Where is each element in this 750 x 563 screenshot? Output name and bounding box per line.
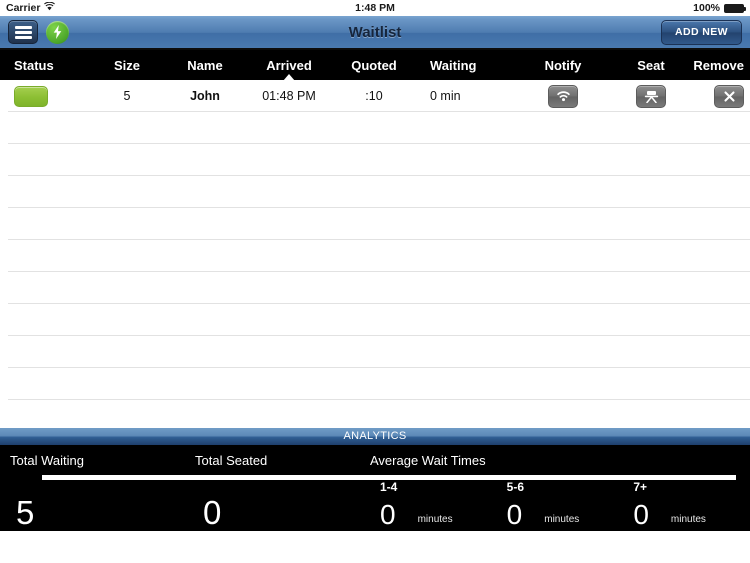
wait-group-value: 0 — [506, 499, 523, 530]
waitlist-table-body[interactable]: 5 John 01:48 PM :10 0 min — [0, 80, 750, 428]
analytics-values-row: 5 0 1-4 0 minutes 5-6 0 minutes 7+ 0 minutes — [0, 480, 750, 531]
column-header-remove: Remove — [693, 57, 744, 73]
add-new-button[interactable]: ADD NEW — [661, 19, 742, 45]
table-row-empty — [0, 272, 750, 304]
table-row-empty — [0, 112, 750, 144]
hamburger-menu-button[interactable] — [8, 20, 38, 44]
menu-bar-1 — [14, 25, 32, 29]
total-waiting-label: Total Waiting — [10, 452, 84, 468]
table-row-empty — [0, 176, 750, 208]
total-waiting-value-wrap: 5 — [0, 480, 195, 531]
total-seated-label: Total Seated — [195, 452, 268, 468]
column-header-arrived-label: Arrived — [266, 57, 312, 73]
row-arrived: 01:48 PM — [262, 89, 316, 103]
column-header-size[interactable]: Size — [88, 58, 166, 73]
row-remove-cell — [690, 84, 750, 108]
wait-group: 1-4 0 minutes — [370, 480, 497, 531]
row-quoted: :10 — [365, 89, 383, 103]
total-seated-value: 0 — [203, 494, 222, 531]
battery-percent-label: 100% — [693, 2, 720, 14]
status-bar-time: 1:48 PM — [355, 2, 395, 14]
wait-group-label: 5-6 — [506, 480, 525, 494]
total-waiting-value: 5 — [16, 494, 35, 531]
table-row-empty — [0, 368, 750, 400]
column-header-name[interactable]: Name — [166, 58, 244, 73]
table-row[interactable]: 5 John 01:48 PM :10 0 min — [0, 80, 750, 112]
column-header-quoted[interactable]: Quoted — [334, 58, 414, 73]
notify-button[interactable] — [548, 84, 578, 108]
lightning-bolt-icon — [53, 25, 62, 39]
seat-button[interactable] — [636, 84, 666, 108]
table-header-row: Status Size Name Arrived Quoted Waiting … — [0, 50, 750, 81]
menu-bar-2 — [14, 30, 32, 34]
wait-group-value: 0 — [633, 499, 649, 530]
wait-group-row: 0 minutes — [380, 501, 453, 529]
wait-group: 7+ 0 minutes — [623, 480, 750, 531]
column-header-notify: Notify — [544, 57, 582, 73]
average-wait-times-label: Average Wait Times — [370, 452, 486, 468]
wait-group-label: 1-4 — [380, 480, 398, 494]
table-row-empty — [0, 208, 750, 240]
row-size: 5 — [123, 89, 131, 103]
battery-icon — [724, 3, 746, 13]
analytics-panel: Total Waiting Total Seated Average Wait … — [0, 445, 750, 531]
page-title: Waitlist — [348, 23, 402, 41]
table-row-empty — [0, 304, 750, 336]
wifi-notify-icon — [556, 91, 570, 102]
row-seat-cell — [612, 84, 690, 108]
seat-table-icon — [644, 90, 658, 103]
column-header-waiting[interactable]: Waiting — [414, 58, 514, 73]
column-header-arrived[interactable]: Arrived — [244, 57, 334, 81]
wait-group-label: 7+ — [633, 480, 648, 494]
wait-group-row: 0 minutes — [507, 501, 580, 529]
table-row-empty — [0, 144, 750, 176]
column-header-seat: Seat — [637, 57, 665, 73]
status-badge[interactable] — [14, 85, 48, 107]
wait-group: 5-6 0 minutes — [497, 480, 624, 531]
waitlist-app: Carrier 1:48 PM 100% Waitlist ADD NEW St… — [0, 0, 750, 563]
row-notify-cell — [514, 84, 612, 108]
analytics-labels-row: Total Waiting Total Seated Average Wait … — [0, 445, 750, 475]
lightning-bolt-button[interactable] — [46, 20, 69, 44]
analytics-title-bar: ANALYTICS — [0, 428, 750, 445]
average-wait-groups: 1-4 0 minutes 5-6 0 minutes 7+ 0 minutes — [370, 480, 750, 531]
remove-button[interactable] — [714, 84, 744, 108]
wifi-icon — [44, 1, 56, 14]
carrier-label: Carrier — [6, 2, 41, 14]
row-status-cell — [0, 85, 88, 107]
table-row-empty — [0, 336, 750, 368]
column-header-status[interactable]: Status — [0, 58, 88, 73]
wait-group-unit: minutes — [544, 514, 580, 525]
ios-status-bar: Carrier 1:48 PM 100% — [0, 0, 750, 16]
status-bar-left: Carrier — [6, 1, 56, 14]
wait-group-unit: minutes — [417, 514, 453, 525]
wait-group-row: 0 minutes — [633, 501, 706, 529]
row-waiting: 0 min — [430, 89, 461, 103]
table-row-empty — [0, 400, 750, 428]
navigation-bar: Waitlist ADD NEW — [0, 16, 750, 50]
wait-group-value: 0 — [380, 499, 396, 530]
table-row-empty — [0, 240, 750, 272]
wait-group-unit: minutes — [670, 514, 706, 525]
row-name: John — [190, 89, 220, 103]
menu-bar-3 — [14, 35, 32, 39]
close-x-icon — [723, 90, 735, 102]
status-bar-right: 100% — [693, 2, 746, 14]
total-seated-value-wrap: 0 — [195, 480, 370, 531]
